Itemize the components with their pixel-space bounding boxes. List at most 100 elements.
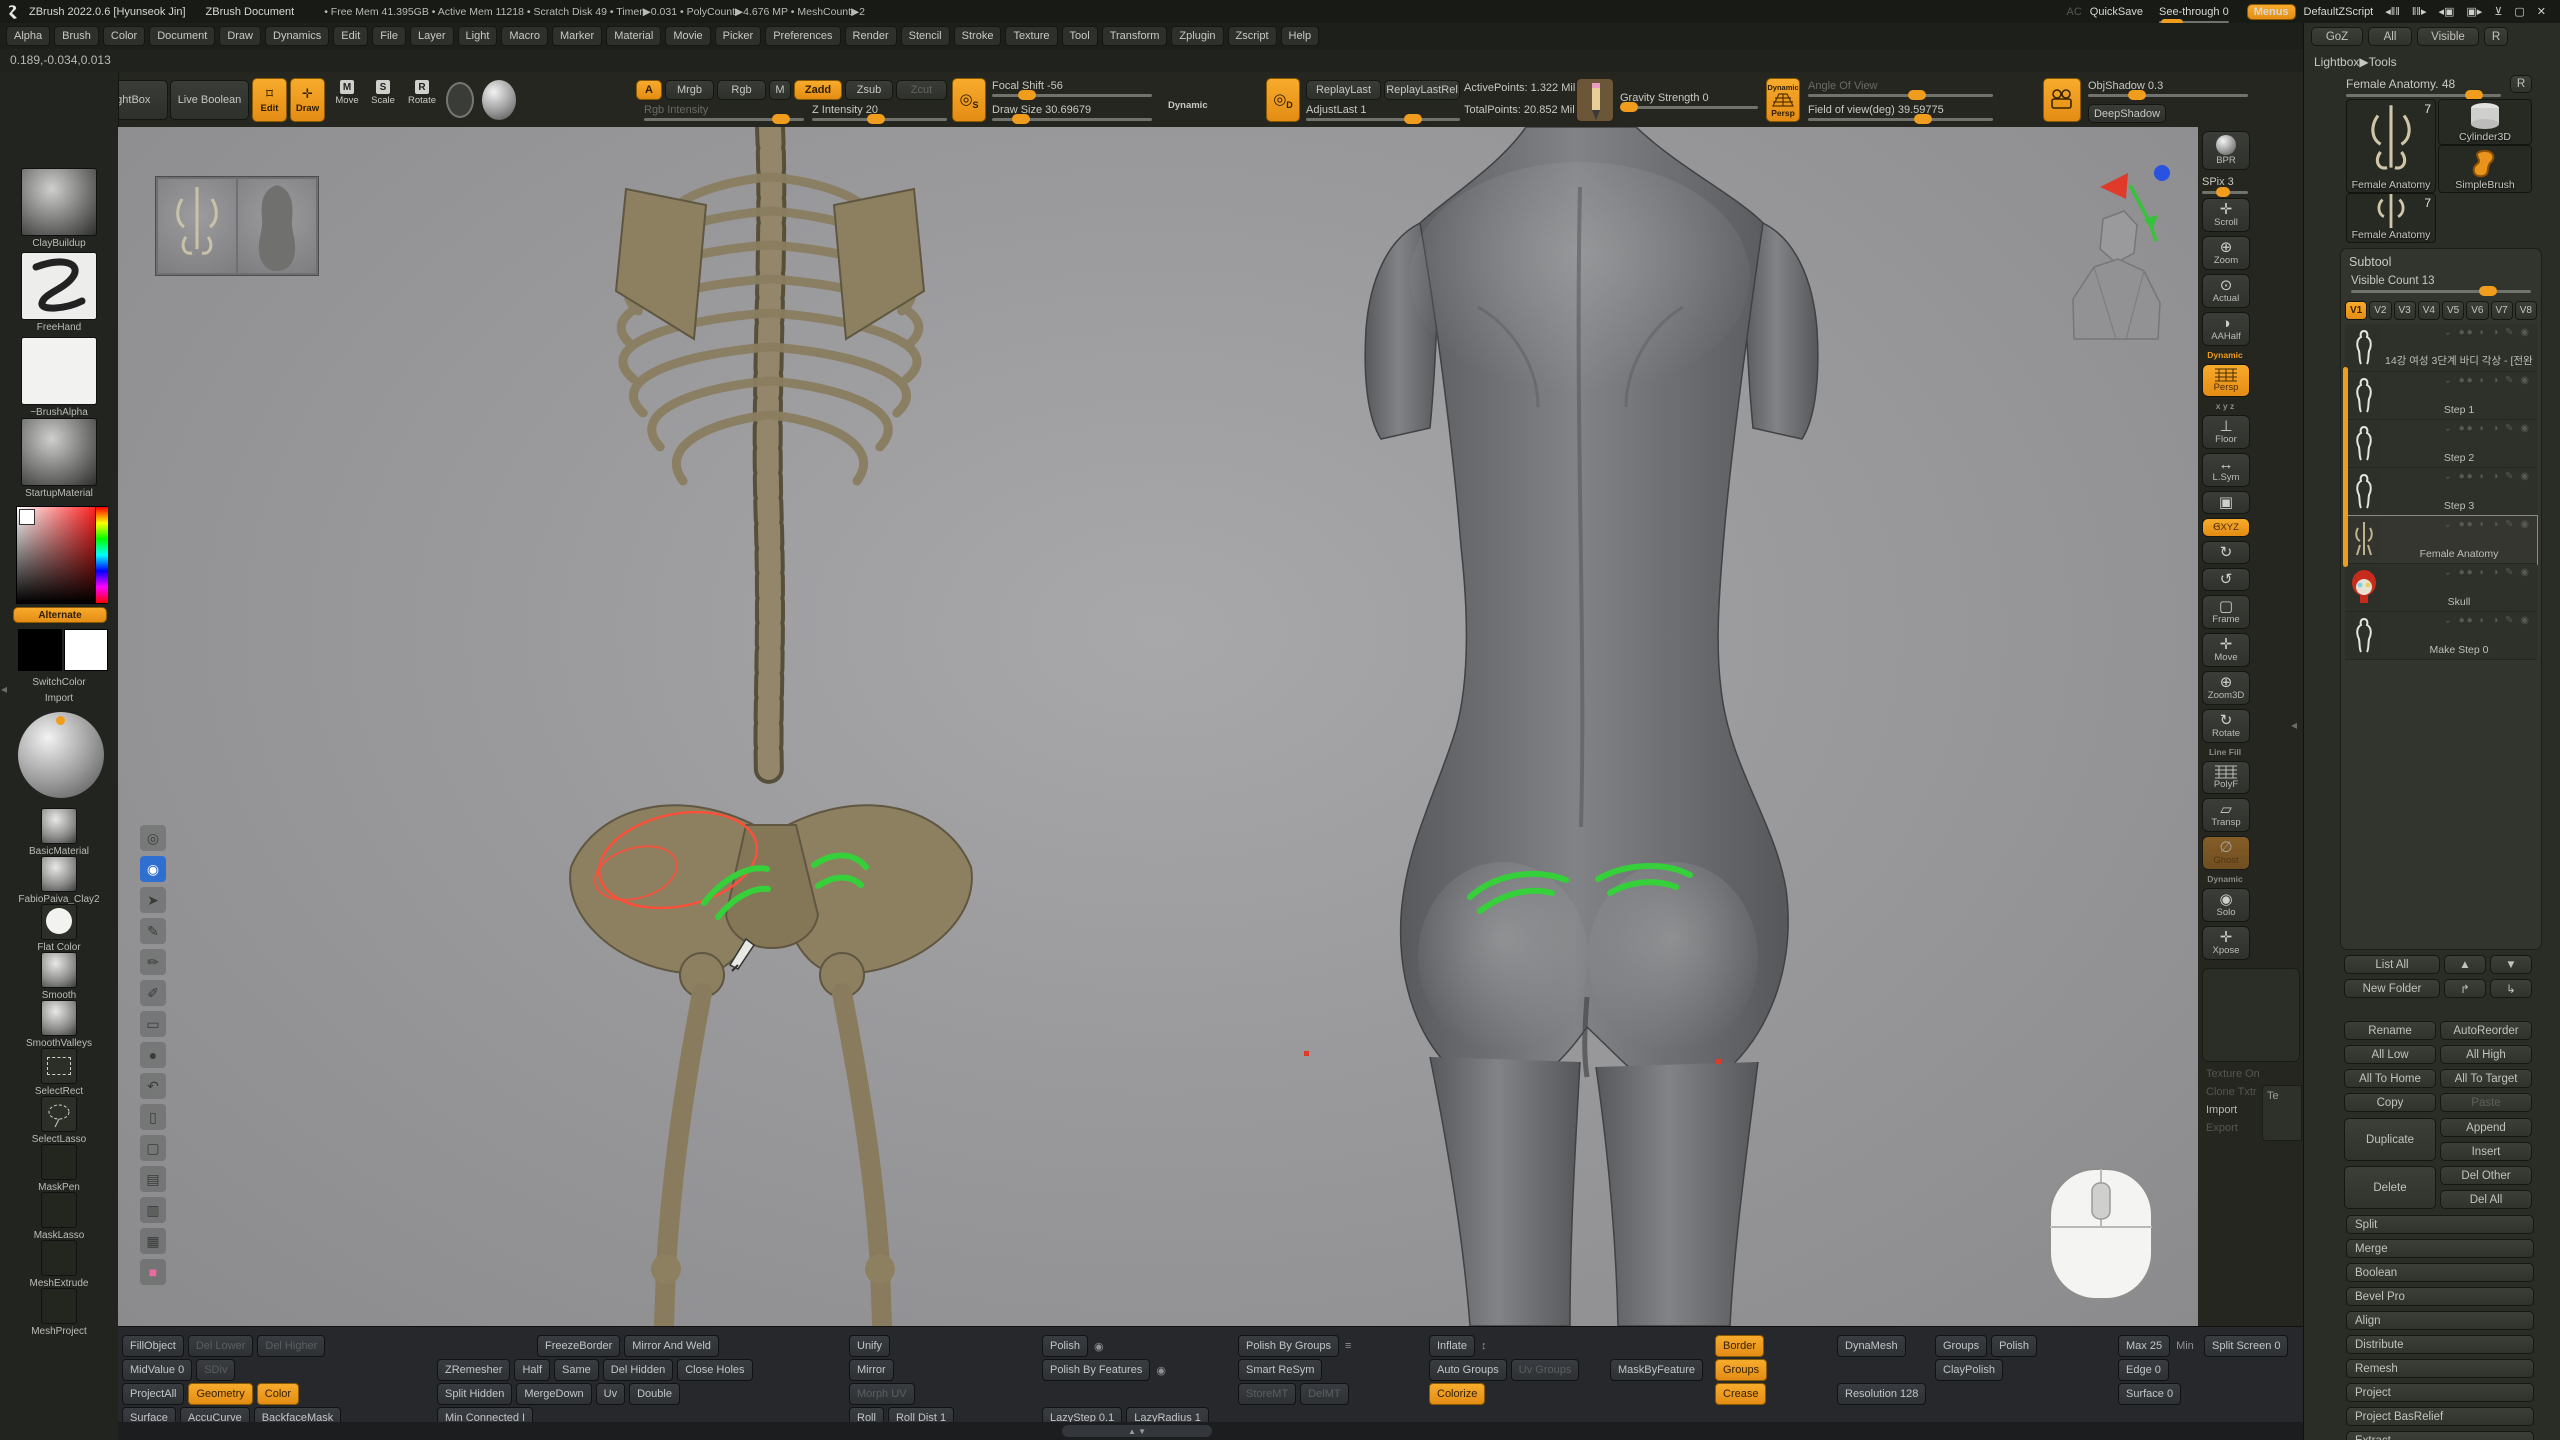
material-7[interactable]: MaskPen (0, 1144, 118, 1193)
bottom-max-25[interactable]: Max 25 (2118, 1335, 2170, 1357)
menus-button[interactable]: Menus (2247, 4, 2296, 20)
subtool-item-3[interactable]: ⌄ ●● ◐ ◑ ✎ ◉Step 3 (2345, 468, 2537, 516)
dock-distribute-button[interactable]: Distribute (2346, 1335, 2534, 1354)
dock-bevel-pro-button[interactable]: Bevel Pro (2346, 1287, 2534, 1306)
menu-document[interactable]: Document (149, 26, 215, 46)
subtool-item-0[interactable]: ⌄ ●● ◐ ◑ ✎ ◉14강 여성 3단계 바디 각상 - [전완] (2345, 324, 2537, 372)
material-8[interactable]: MaskLasso (0, 1192, 118, 1241)
visibility-eye-icon[interactable]: ◉ (140, 856, 166, 882)
trash-icon[interactable]: ▯ (140, 1104, 166, 1130)
tray-collapse-left-icon[interactable]: ◂‖‖ (2385, 5, 2400, 18)
bottom-storemt[interactable]: StoreMT (1238, 1383, 1296, 1405)
select-cursor-icon[interactable]: ➤ (140, 887, 166, 913)
sculpt-canvas[interactable]: ◎◉➤✎✏✐▭●↶▯▢▤▥▦■ (118, 127, 2198, 1326)
tool-r-button[interactable]: R (2510, 75, 2532, 93)
alternate-button[interactable]: Alternate (13, 607, 107, 623)
picker-icon[interactable]: ◎ (140, 825, 166, 851)
dock-align-button[interactable]: Align (2346, 1311, 2534, 1330)
tool-thumb-female-anatomy[interactable]: 7 Female Anatomy (2346, 99, 2436, 193)
rotate-button[interactable]: RRotate (404, 80, 440, 106)
bottom-auto-groups[interactable]: Auto Groups (1429, 1359, 1507, 1381)
bottom-delmt[interactable]: DelMT (1300, 1383, 1348, 1405)
bottom-uv[interactable]: Uv (596, 1383, 625, 1405)
dock-paste-button[interactable]: Paste (2440, 1093, 2532, 1112)
bottom-polish-by-features[interactable]: Polish By Features (1042, 1359, 1150, 1381)
comment-icon[interactable]: ▢ (140, 1135, 166, 1161)
tool-thumb-female-anatomy-2[interactable]: 7 Female Anatomy (2346, 193, 2436, 243)
dock-visible-button[interactable]: Visible (2417, 27, 2479, 46)
material-3[interactable]: Smooth (0, 952, 118, 1001)
brush-0[interactable]: ClayBuildup (0, 168, 118, 249)
bottom-color[interactable]: Color (257, 1383, 299, 1405)
alpha-a-button[interactable]: A (636, 80, 662, 100)
dock-split-button[interactable]: Split (2346, 1215, 2534, 1234)
bottom-geometry[interactable]: Geometry (188, 1383, 252, 1405)
del-all-button[interactable]: Del All (2440, 1190, 2532, 1209)
pen-icon[interactable]: ✐ (140, 980, 166, 1006)
subtool-tab-v6[interactable]: V6 (2466, 301, 2488, 320)
live-boolean-button[interactable]: Live Boolean (170, 80, 249, 120)
color-picker[interactable] (16, 506, 108, 604)
folder-redo-button[interactable]: ↱ (2444, 979, 2486, 998)
fov-slider[interactable]: Field of view(deg) 39.59775 (1808, 104, 1993, 121)
bottom-edge-0[interactable]: Edge 0 (2118, 1359, 2169, 1381)
menu-light[interactable]: Light (458, 26, 498, 46)
dock-all-low-button[interactable]: All Low (2344, 1045, 2436, 1064)
stroke-picker-icon[interactable] (446, 82, 474, 118)
menu-zplugin[interactable]: Zplugin (1171, 26, 1223, 46)
dynamic-brush-icon[interactable]: ◎D (1266, 78, 1300, 122)
quicksave-button[interactable]: QuickSave (2090, 6, 2143, 18)
dock-project-basrelief-button[interactable]: Project BasRelief (2346, 1407, 2534, 1426)
subtool-tab-v4[interactable]: V4 (2418, 301, 2440, 320)
frame-button[interactable]: ▢Frame (2202, 595, 2250, 629)
bottom-double[interactable]: Double (629, 1383, 680, 1405)
menu-dynamics[interactable]: Dynamics (265, 26, 329, 46)
menu-color[interactable]: Color (103, 26, 145, 46)
replay-last-rel-button[interactable]: ReplayLastRel (1384, 80, 1460, 100)
dock-boolean-button[interactable]: Boolean (2346, 1263, 2534, 1282)
material-picker-icon[interactable] (482, 80, 516, 120)
subtool-tab-v1[interactable]: V1 (2345, 301, 2367, 320)
close-button[interactable]: ✕ (2537, 5, 2546, 18)
dock-left-icon[interactable]: ◂▣ (2438, 5, 2454, 18)
draw-size-slider[interactable]: Draw Size 30.69679 (992, 104, 1152, 121)
menu-preferences[interactable]: Preferences (765, 26, 840, 46)
lsym-button[interactable]: ↔L.Sym (2202, 453, 2250, 487)
gravity-strength-slider[interactable]: Gravity Strength 0 (1620, 92, 1758, 109)
new-folder-button[interactable]: New Folder (2344, 979, 2440, 998)
dot-icon[interactable]: ● (140, 1042, 166, 1068)
gy-button[interactable]: ↻ (2202, 541, 2250, 564)
persp-toggle-button[interactable]: Dynamic Persp (1766, 78, 1800, 122)
dock-all-to-home-button[interactable]: All To Home (2344, 1069, 2436, 1088)
movie-camera-icon[interactable] (2043, 78, 2081, 122)
z-intensity-slider[interactable]: Z Intensity 20 (812, 104, 947, 121)
mrgb-button[interactable]: Mrgb (665, 80, 714, 100)
clipboard-icon[interactable]: ▤ (140, 1166, 166, 1192)
bottom-maskbyfeature[interactable]: MaskByFeature (1610, 1359, 1703, 1381)
subtool-row-icons[interactable]: ⌄ ●● ◐ ◑ ✎ ◉ (2443, 375, 2531, 386)
menu-movie[interactable]: Movie (665, 26, 710, 46)
move-up-button[interactable]: ▲ (2444, 955, 2486, 974)
tool-master-slider[interactable]: Female Anatomy. 48 (2346, 77, 2501, 97)
menu-file[interactable]: File (372, 26, 406, 46)
dock-collapse-arrow[interactable]: ◂ (2291, 718, 2297, 732)
scale-button[interactable]: SScale (368, 80, 398, 106)
bottom-midvalue-0[interactable]: MidValue 0 (122, 1359, 192, 1381)
xpose-button[interactable]: ✛Xpose (2202, 926, 2250, 960)
zoom3d-button[interactable]: ⊕Zoom3D (2202, 671, 2250, 705)
transp-button[interactable]: ▱Transp (2202, 798, 2250, 832)
palette-icon[interactable]: ▦ (140, 1228, 166, 1254)
bottom-split-screen-0[interactable]: Split Screen 0 (2204, 1335, 2288, 1357)
subtool-scrollbar[interactable] (2343, 367, 2348, 567)
bottom-close-holes[interactable]: Close Holes (677, 1359, 752, 1381)
aahalf-button[interactable]: ◑AAHalf (2202, 312, 2250, 346)
rotate-button[interactable]: ↻Rotate (2202, 709, 2250, 743)
edit-button[interactable]: ⌑Edit (252, 78, 287, 122)
bottom-crease[interactable]: Crease (1715, 1383, 1766, 1405)
zoom-button[interactable]: ⊕Zoom (2202, 236, 2250, 270)
dock-all-button[interactable]: All (2368, 27, 2412, 46)
list-all-button[interactable]: List All (2344, 955, 2440, 974)
subtool-item-2[interactable]: ⌄ ●● ◐ ◑ ✎ ◉Step 2 (2345, 420, 2537, 468)
menu-texture[interactable]: Texture (1005, 26, 1057, 46)
dock-goz-button[interactable]: GoZ (2311, 27, 2363, 46)
